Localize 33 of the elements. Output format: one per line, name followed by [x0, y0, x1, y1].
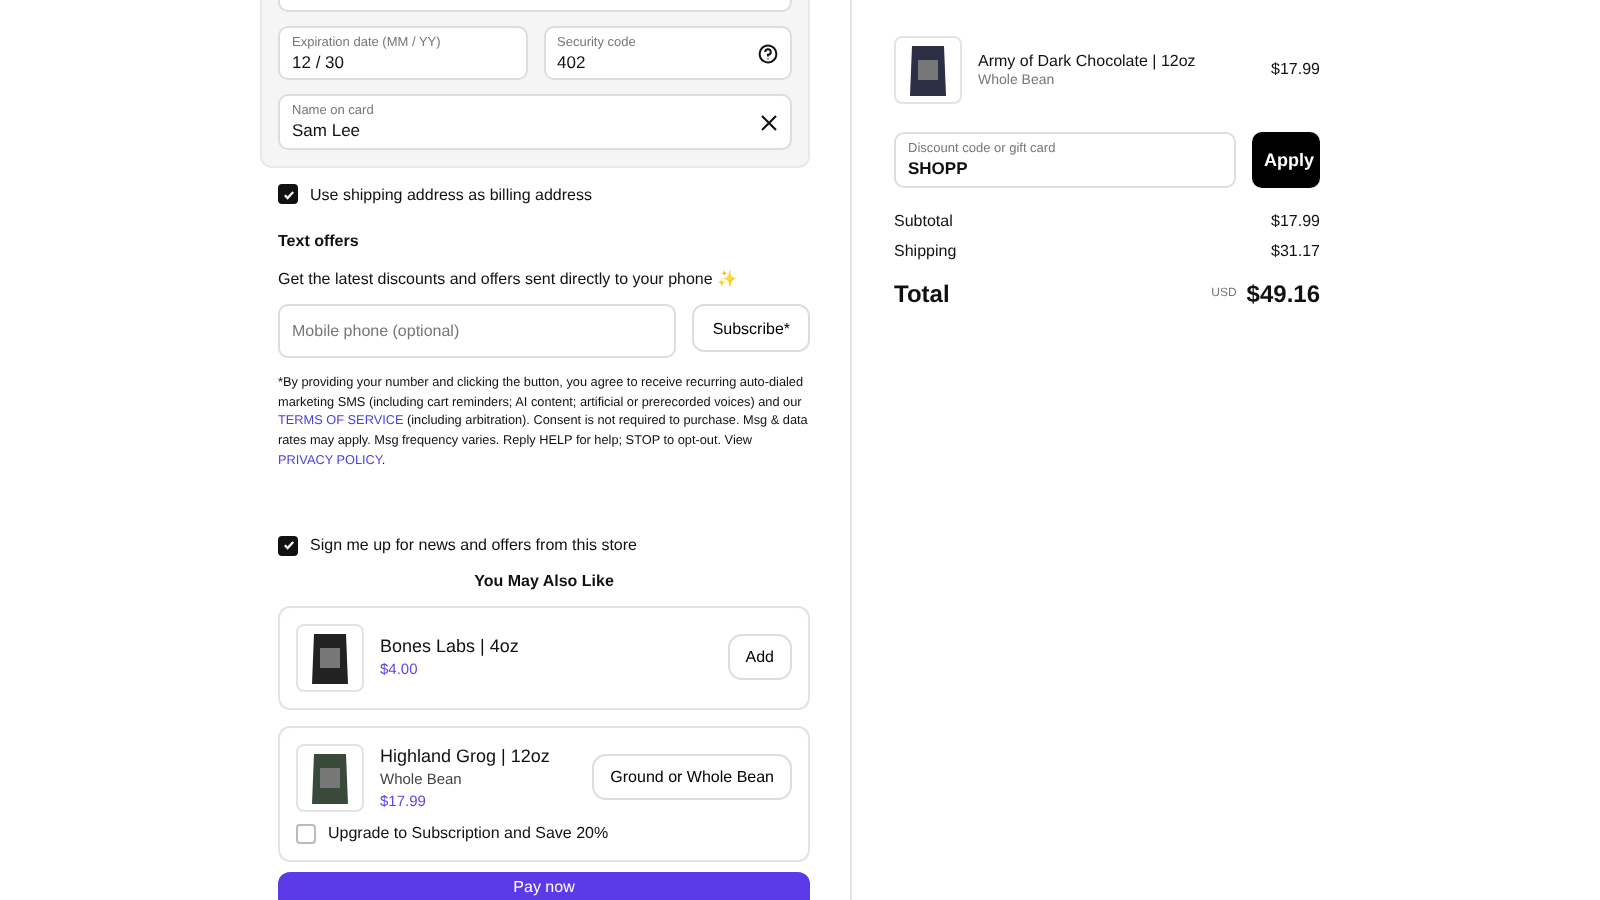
summary-value: $31.17 [1271, 242, 1320, 260]
summary-label: Subtotal [894, 212, 953, 230]
product-name: Army of Dark Chocolate | 12oz [978, 52, 1198, 70]
pay-button[interactable]: Pay now [278, 871, 810, 900]
help-icon[interactable] [758, 43, 778, 63]
checkbox[interactable] [278, 184, 298, 204]
product-name: Highland Grog | 12oz [380, 745, 552, 766]
clear-icon[interactable] [760, 113, 778, 131]
subscribe-button[interactable]: Subscribe* [692, 304, 810, 352]
coffee-bag-icon [310, 629, 350, 686]
apply-button[interactable]: Apply [1252, 132, 1320, 188]
product-button[interactable]: Ground or Whole Bean [592, 754, 792, 801]
phone-input[interactable]: Mobile phone (optional) [278, 304, 677, 358]
section-title: You May Also Like [472, 571, 616, 590]
card-number-field[interactable] [278, 0, 792, 12]
summary-label: Shipping [894, 242, 957, 260]
coffee-bag-icon [310, 749, 350, 806]
checkbox-label: Use shipping address as billing address [310, 185, 592, 203]
offer-description: Get the latest discounts and offers sent directly to your phone ✨ [278, 270, 740, 288]
product-button[interactable]: Add [727, 634, 792, 681]
checkbox-label: Upgrade to Subscription and Save 20% [328, 824, 609, 843]
checkbox[interactable] [278, 535, 298, 556]
product-price: $17.99 [1271, 60, 1320, 78]
checkbox[interactable] [296, 823, 316, 844]
total-value: $49.16 [1246, 280, 1320, 308]
total-label: Total [894, 280, 950, 308]
summary-value: $17.99 [1271, 212, 1320, 230]
check-icon [281, 187, 295, 201]
product-name: Bones Labs | 4oz [380, 636, 521, 657]
checkbox-label: Sign me up for news and offers from this store [310, 536, 637, 555]
coffee-bag-icon [908, 42, 948, 98]
section-title: Text offers [278, 232, 361, 250]
check-icon [281, 538, 295, 553]
